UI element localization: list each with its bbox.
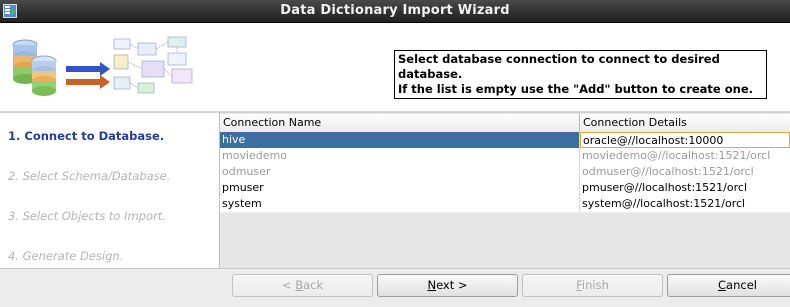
database-icon: [12, 39, 57, 96]
connection-name-cell[interactable]: system: [220, 196, 580, 212]
connection-details-cell[interactable]: odmuser@//localhost:1521/orcl: [580, 164, 790, 180]
connection-name-cell[interactable]: pmuser: [220, 180, 580, 196]
step-generate-design: 4. Generate Design.: [8, 249, 124, 263]
cancel-button-mnemonic: C: [718, 278, 727, 292]
wizard-header: Select database connection to connect to…: [0, 23, 790, 112]
back-button[interactable]: < Back: [232, 274, 373, 297]
window-title: Data Dictionary Import Wizard: [280, 3, 510, 18]
instructions-line-1: Select database connection to connect to…: [398, 52, 720, 81]
finish-button-rest: inish: [581, 278, 609, 292]
finish-button[interactable]: Finish: [522, 274, 663, 297]
steps-panel: 1. Connect to Database. 2. Select Schema…: [0, 112, 220, 269]
table-row[interactable]: moviedemo moviedemo@//localhost:1521/orc…: [220, 148, 790, 165]
title-bar: Data Dictionary Import Wizard: [0, 0, 790, 23]
back-button-prefix: <: [281, 278, 296, 292]
instructions-line-2: If the list is empty use the "Add" butto…: [398, 82, 753, 96]
table-header: Connection Name Connection Details: [220, 114, 790, 133]
instructions-box: Select database connection to connect to…: [394, 50, 767, 99]
database-to-diagram-illustration: [12, 36, 193, 96]
connection-name-cell[interactable]: odmuser: [220, 164, 580, 180]
step-select-schema: 2. Select Schema/Database.: [8, 169, 171, 183]
connection-details-cell[interactable]: oracle@//localhost:10000: [580, 132, 790, 148]
connection-details-cell[interactable]: pmuser@//localhost:1521/orcl: [580, 180, 790, 196]
table-row[interactable]: hive oracle@//localhost:10000: [220, 132, 790, 149]
cancel-button-rest: ancel: [726, 278, 757, 292]
table-row[interactable]: odmuser odmuser@//localhost:1521/orcl: [220, 164, 790, 181]
step-select-objects: 3. Select Objects to Import.: [8, 209, 166, 223]
connection-name-cell[interactable]: hive: [220, 132, 580, 148]
back-button-rest: ack: [303, 278, 324, 292]
connection-details-cell[interactable]: moviedemo@//localhost:1521/orcl: [580, 148, 790, 164]
connections-table: Connection Name Connection Details hive …: [220, 112, 790, 269]
arrow-icon: [66, 62, 110, 89]
next-button-mnemonic: N: [427, 278, 437, 292]
table-row[interactable]: pmuser pmuser@//localhost:1521/orcl: [220, 180, 790, 197]
cancel-button[interactable]: Cancel: [667, 274, 790, 297]
back-button-mnemonic: B: [295, 278, 304, 292]
diagram-icon: [113, 36, 193, 94]
connection-details-cell[interactable]: system@//localhost:1521/orcl: [580, 196, 790, 212]
connection-name-cell[interactable]: moviedemo: [220, 148, 580, 164]
step-connect-to-database[interactable]: 1. Connect to Database.: [8, 129, 164, 143]
next-button[interactable]: Next >: [377, 274, 518, 297]
column-header-connection-name[interactable]: Connection Name: [220, 114, 580, 132]
table-row[interactable]: system system@//localhost:1521/orcl: [220, 196, 790, 213]
wizard-footer: < Back Next > Finish Cancel: [0, 268, 790, 307]
column-header-connection-details[interactable]: Connection Details: [580, 114, 790, 132]
next-button-rest: ext >: [436, 278, 468, 292]
